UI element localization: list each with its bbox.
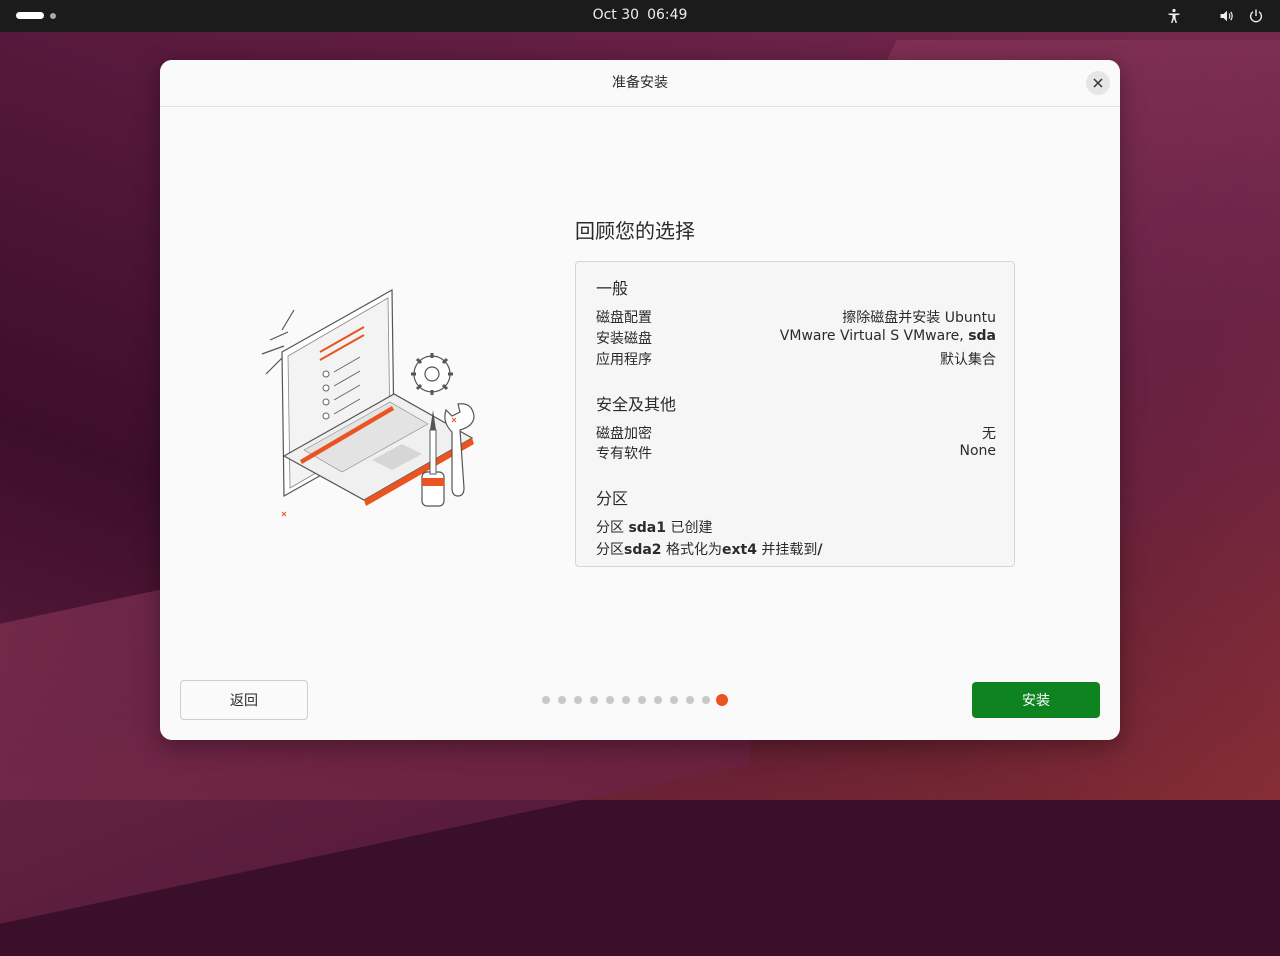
summary-row: 安装磁盘 VMware Virtual S VMware, sda xyxy=(596,328,996,348)
clock[interactable]: Oct 30 06:49 xyxy=(0,0,1280,32)
dialog-title: 准备安装 xyxy=(612,75,668,91)
summary-row: 磁盘配置 擦除磁盘并安装 Ubuntu xyxy=(596,307,996,327)
progress-dot xyxy=(702,696,710,704)
row-label: 磁盘配置 xyxy=(596,310,652,326)
accessibility-icon[interactable] xyxy=(1166,8,1182,24)
partition-text: 分区 xyxy=(596,542,624,558)
install-button[interactable]: 安装 xyxy=(972,682,1100,718)
progress-dot xyxy=(622,696,630,704)
row-value: None xyxy=(959,443,996,459)
progress-dot xyxy=(670,696,678,704)
row-label: 磁盘加密 xyxy=(596,426,652,442)
partition-line: 分区sda2 格式化为ext4 并挂载到/ xyxy=(596,539,823,559)
progress-dot xyxy=(558,696,566,704)
progress-dot xyxy=(574,696,582,704)
summary-row: 应用程序 默认集合 xyxy=(596,349,996,369)
back-button[interactable]: 返回 xyxy=(180,680,308,720)
progress-dot xyxy=(606,696,614,704)
close-icon xyxy=(1093,78,1103,88)
row-value-text: VMware Virtual S VMware, xyxy=(779,328,969,344)
row-value: VMware Virtual S VMware, sda xyxy=(780,328,996,344)
partition-text: 并挂载到 xyxy=(756,542,818,558)
summary-panel: 一般 磁盘配置 擦除磁盘并安装 Ubuntu 安装磁盘 VMware Virtu… xyxy=(575,261,1015,567)
partition-text: 分区 xyxy=(596,520,629,536)
partition-name: sda2 xyxy=(624,542,662,558)
partition-line: 分区 sda1 已创建 xyxy=(596,517,712,537)
row-label: 专有软件 xyxy=(596,446,652,462)
progress-dot xyxy=(686,696,694,704)
section-title-partitions: 分区 xyxy=(596,489,629,508)
partition-name: sda1 xyxy=(628,520,666,536)
row-label: 安装磁盘 xyxy=(596,331,652,347)
partition-text: 格式化为 xyxy=(661,542,722,558)
row-label: 应用程序 xyxy=(596,352,652,368)
progress-dot xyxy=(638,696,646,704)
row-value: 默认集合 xyxy=(940,352,996,368)
laptop-tools-illustration xyxy=(261,288,475,517)
top-bar: Oct 30 06:49 xyxy=(0,0,1280,32)
dialog-header: 准备安装 xyxy=(160,60,1120,107)
close-button[interactable] xyxy=(1086,71,1110,95)
progress-dot xyxy=(590,696,598,704)
row-value-bold: sda xyxy=(968,328,996,344)
summary-row: 磁盘加密 无 xyxy=(596,423,996,443)
installer-dialog: 准备安装 回顾您的选择 一般 磁盘配置 擦除磁盘并安装 Ubuntu 安装磁盘 … xyxy=(160,60,1120,740)
filesystem-type: ext4 xyxy=(722,542,757,558)
row-value: 擦除磁盘并安装 Ubuntu xyxy=(842,310,996,326)
review-title: 回顾您的选择 xyxy=(575,219,695,243)
volume-icon[interactable] xyxy=(1219,8,1235,24)
section-title-security: 安全及其他 xyxy=(596,395,677,414)
progress-dot xyxy=(654,696,662,704)
clock-date: Oct 30 xyxy=(592,7,640,23)
section-title-general: 一般 xyxy=(596,279,629,298)
summary-row: 专有软件 None xyxy=(596,443,996,463)
clock-time: 06:49 xyxy=(647,7,688,23)
row-value: 无 xyxy=(982,426,996,442)
partition-text: 已创建 xyxy=(666,520,713,536)
progress-dot-active xyxy=(716,694,728,706)
mount-point: / xyxy=(817,542,823,558)
power-icon[interactable] xyxy=(1248,8,1264,24)
progress-dot xyxy=(542,696,550,704)
